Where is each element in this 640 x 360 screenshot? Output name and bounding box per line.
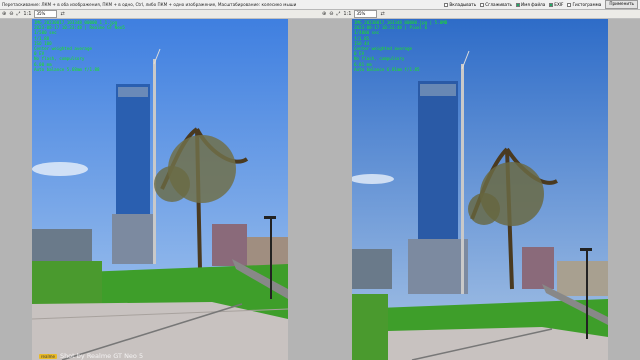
checkbox-filename[interactable]: Имя файла bbox=[516, 2, 545, 7]
exif-line: Auto balance 5.68mm f/1.88 bbox=[34, 66, 100, 72]
right-viewer-toolbar: ⊕ ⊖ ⤢ 1:1 35% ⇄ bbox=[320, 10, 640, 19]
controls-hint: Перетаскивание: ЛКМ + в оба изображения,… bbox=[2, 2, 297, 7]
checkbox-box[interactable] bbox=[567, 2, 572, 7]
right-exif-overlay: IMG_20230817_103348_00000.jpg | 5.0MB 20… bbox=[354, 20, 447, 72]
watermark-tag: realme bbox=[39, 353, 57, 359]
sync-icon[interactable]: ⇄ bbox=[380, 11, 384, 18]
right-viewer[interactable]: ⊕ ⊖ ⤢ 1:1 35% ⇄ IMG_20230817_103348_0000… bbox=[320, 10, 640, 360]
checkbox-exif[interactable]: EXIF bbox=[549, 2, 563, 7]
left-photo[interactable]: IMG_20230817_103348_00000_1_1.jpg 2023-0… bbox=[32, 19, 288, 360]
fit-icon[interactable]: ⤢ bbox=[16, 11, 20, 18]
checkbox-box[interactable] bbox=[444, 2, 449, 7]
fit-icon[interactable]: ⤢ bbox=[336, 11, 340, 18]
right-photo[interactable]: IMG_20230817_103348_00000.jpg | 5.0MB 20… bbox=[352, 19, 608, 360]
checkbox-smooth[interactable]: Сглаживать bbox=[480, 2, 512, 7]
top-toolbar: Перетаскивание: ЛКМ + в оба изображения,… bbox=[0, 0, 640, 10]
checkbox-nest[interactable]: Вкладывать bbox=[444, 2, 476, 7]
zoom-in-icon[interactable]: ⊕ bbox=[322, 11, 326, 18]
zoom-in-icon[interactable]: ⊕ bbox=[2, 11, 6, 18]
checkbox-histogram[interactable]: Гистограмма bbox=[567, 2, 601, 7]
watermark-text: Shot by Realme GT Neo 5 bbox=[59, 352, 144, 360]
actual-size-button[interactable]: 1:1 bbox=[343, 11, 351, 18]
checkbox-box[interactable] bbox=[549, 2, 554, 7]
zoom-out-icon[interactable]: ⊖ bbox=[9, 11, 13, 18]
exif-line: Auto balance 6.81mm f/1.85 bbox=[354, 66, 420, 72]
apply-button[interactable]: Применить bbox=[605, 0, 638, 9]
left-exif-overlay: IMG_20230817_103348_00000_1_1.jpg 2023-0… bbox=[34, 20, 125, 72]
zoom-select[interactable]: 35% bbox=[34, 10, 58, 18]
checkbox-box[interactable] bbox=[480, 2, 485, 7]
zoom-select[interactable]: 35% bbox=[354, 10, 378, 18]
zoom-out-icon[interactable]: ⊖ bbox=[329, 11, 333, 18]
left-viewer[interactable]: ⊕ ⊖ ⤢ 1:1 35% ⇄ IMG_20230817_103348_0000… bbox=[0, 10, 320, 360]
camera-watermark: realme Shot by Realme GT Neo 5 bbox=[39, 352, 143, 360]
sync-icon[interactable]: ⇄ bbox=[60, 11, 64, 18]
actual-size-button[interactable]: 1:1 bbox=[23, 11, 31, 18]
left-viewer-toolbar: ⊕ ⊖ ⤢ 1:1 35% ⇄ bbox=[0, 10, 320, 19]
checkbox-box[interactable] bbox=[516, 2, 521, 7]
